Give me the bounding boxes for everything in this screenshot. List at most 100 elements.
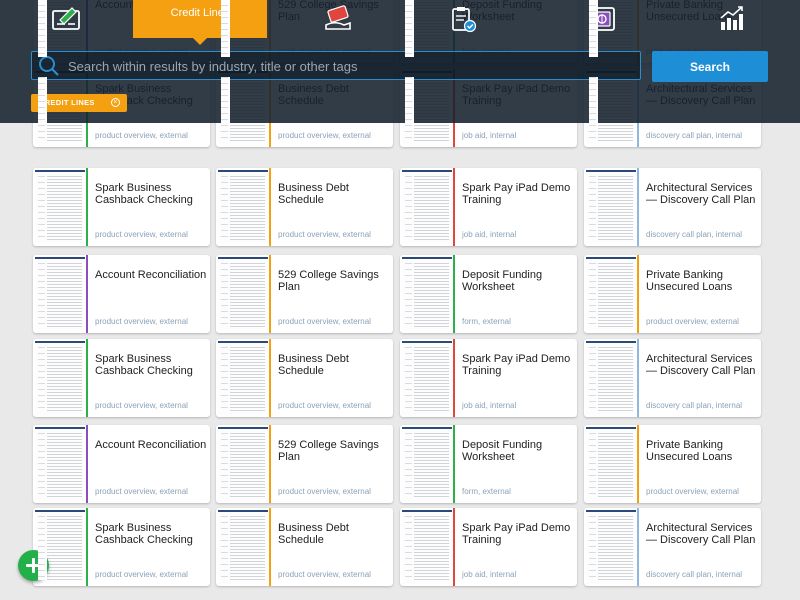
card-title: Architectural Services — Discovery Call … [646, 353, 756, 377]
document-thumbnail [218, 510, 268, 584]
card-tags: product overview, external [95, 487, 188, 496]
document-card[interactable]: Architectural Services — Discovery Call … [584, 508, 761, 586]
search-button[interactable]: Search [652, 51, 768, 82]
card-title: Architectural Services — Discovery Call … [646, 182, 756, 206]
document-thumbnail [35, 510, 85, 584]
document-thumbnail [218, 170, 268, 244]
document-card[interactable]: Architectural Services — Discovery Call … [584, 168, 761, 246]
card-tags: product overview, external [278, 230, 371, 239]
category-stripe [269, 168, 271, 246]
card-tags: product overview, external [278, 570, 371, 579]
card-tags: product overview, external [646, 487, 739, 496]
card-title: Account Reconciliation [95, 269, 207, 281]
growth-chart-icon[interactable] [718, 5, 746, 33]
card-title: 529 College Savings Plan [278, 269, 379, 293]
card-tags: product overview, external [95, 131, 188, 140]
card-tags: product overview, external [95, 230, 188, 239]
document-card[interactable]: Business Debt Schedule product overview, … [216, 508, 393, 586]
category-stripe [637, 425, 639, 503]
search-field[interactable] [31, 51, 641, 81]
card-tags: product overview, external [95, 401, 188, 410]
tab-credit-lines-label: Credit Lines [170, 7, 230, 19]
document-card[interactable]: Account Reconciliation product overview, … [33, 425, 210, 503]
document-thumbnail [586, 510, 636, 584]
card-title: Deposit Funding Worksheet [462, 269, 543, 293]
document-card[interactable]: Account Reconciliation product overview, … [33, 255, 210, 333]
category-stripe [86, 339, 88, 417]
document-card[interactable]: Spark Business Cashback Checking product … [33, 168, 210, 246]
card-title: Private Banking Unsecured Loans [646, 439, 733, 463]
document-card[interactable]: Spark Pay iPad Demo Training job aid, int… [400, 168, 577, 246]
category-stripe [453, 425, 455, 503]
document-card[interactable]: Deposit Funding Worksheet form, external [400, 425, 577, 503]
card-tags: job aid, internal [462, 131, 517, 140]
document-card[interactable]: Spark Business Cashback Checking product … [33, 508, 210, 586]
card-tags: discovery call plan, internal [646, 131, 743, 140]
category-stripe [637, 255, 639, 333]
tab-credit-lines[interactable]: Credit Lines [133, 0, 267, 45]
document-card[interactable]: 529 College Savings Plan product overview… [216, 255, 393, 333]
remove-filter-icon[interactable]: × [111, 98, 120, 107]
category-stripe [637, 168, 639, 246]
card-tags: product overview, external [278, 401, 371, 410]
category-stripe [269, 255, 271, 333]
document-thumbnail [402, 427, 452, 501]
document-thumbnail [218, 427, 268, 501]
document-card[interactable]: Business Debt Schedule product overview, … [216, 339, 393, 417]
category-stripe [269, 425, 271, 503]
category-stripe [637, 339, 639, 417]
card-hand-icon[interactable] [324, 5, 352, 33]
category-stripe [86, 425, 88, 503]
card-title: Business Debt Schedule [278, 353, 349, 377]
card-title: Private Banking Unsecured Loans [646, 269, 733, 293]
document-thumbnail [218, 257, 268, 331]
document-thumbnail [586, 257, 636, 331]
check-form-icon[interactable] [52, 5, 80, 33]
card-title: Spark Pay iPad Demo Training [462, 182, 571, 206]
document-thumbnail [586, 170, 636, 244]
category-stripe [453, 339, 455, 417]
document-card[interactable]: 529 College Savings Plan product overview… [216, 425, 393, 503]
card-tags: job aid, internal [462, 401, 517, 410]
card-tags: discovery call plan, internal [646, 570, 743, 579]
document-thumbnail [402, 170, 452, 244]
document-thumbnail [35, 341, 85, 415]
card-tags: product overview, external [95, 570, 188, 579]
card-tags: discovery call plan, internal [646, 401, 743, 410]
clipboard-check-icon[interactable] [449, 5, 477, 33]
document-card[interactable]: Spark Pay iPad Demo Training job aid, int… [400, 508, 577, 586]
document-card[interactable]: Spark Pay iPad Demo Training job aid, int… [400, 339, 577, 417]
document-card[interactable]: Spark Business Cashback Checking product … [33, 339, 210, 417]
card-title: Deposit Funding Worksheet [462, 439, 543, 463]
card-title: 529 College Savings Plan [278, 439, 379, 463]
card-title: Spark Pay iPad Demo Training [462, 353, 571, 377]
document-thumbnail [586, 427, 636, 501]
card-tags: product overview, external [278, 317, 371, 326]
document-card[interactable]: Architectural Services — Discovery Call … [584, 339, 761, 417]
document-thumbnail [402, 341, 452, 415]
document-thumbnail [586, 341, 636, 415]
category-stripe [269, 508, 271, 586]
document-card[interactable]: Deposit Funding Worksheet form, external [400, 255, 577, 333]
search-icon [39, 56, 59, 76]
card-title: Account Reconciliation [95, 439, 207, 451]
document-card[interactable]: Private Banking Unsecured Loans product o… [584, 255, 761, 333]
document-card[interactable]: Private Banking Unsecured Loans product o… [584, 425, 761, 503]
card-title: Spark Business Cashback Checking [95, 182, 193, 206]
category-stripe [453, 508, 455, 586]
document-thumbnail [35, 170, 85, 244]
category-stripe [86, 508, 88, 586]
document-thumbnail [402, 510, 452, 584]
category-stripe [453, 168, 455, 246]
card-tags: product overview, external [95, 317, 188, 326]
document-thumbnail [402, 257, 452, 331]
category-stripe [453, 255, 455, 333]
card-tags: discovery call plan, internal [646, 230, 743, 239]
search-input[interactable] [66, 52, 640, 81]
card-title: Business Debt Schedule [278, 182, 349, 206]
document-card[interactable]: Business Debt Schedule product overview, … [216, 168, 393, 246]
card-tags: product overview, external [278, 487, 371, 496]
card-tags: form, external [462, 317, 511, 326]
card-title: Spark Business Cashback Checking [95, 522, 193, 546]
card-tags: form, external [462, 487, 511, 496]
